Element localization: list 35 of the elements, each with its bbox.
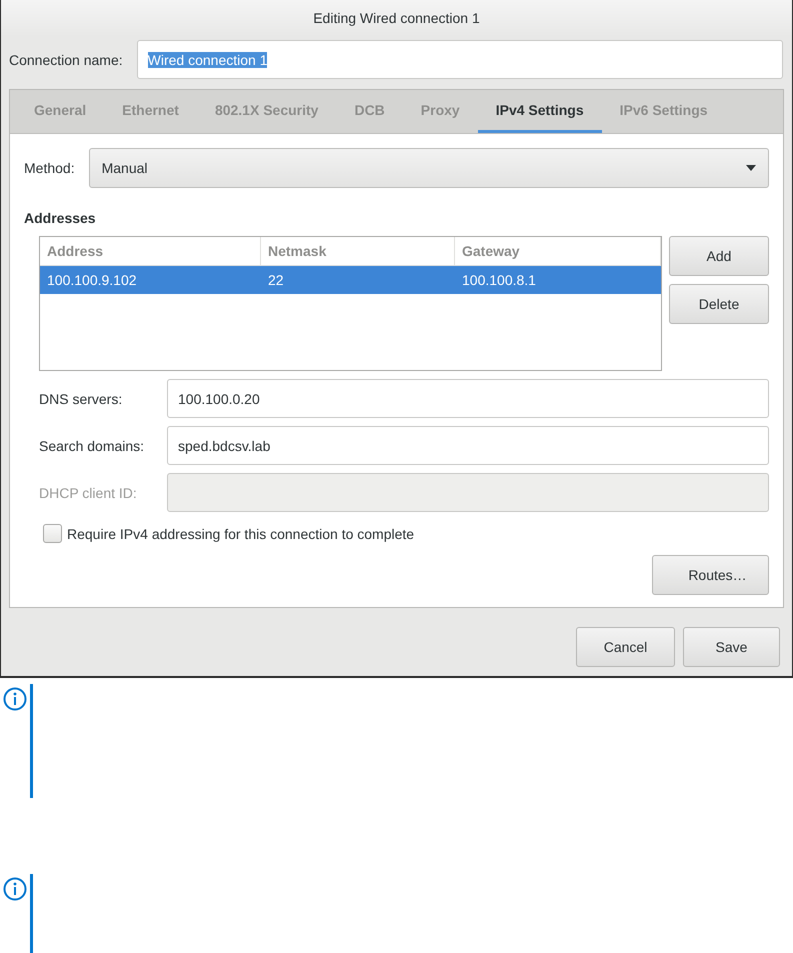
connection-name-field[interactable]: Wired connection 1 [136, 40, 783, 79]
tab[interactable]: IPv4 Settings [478, 90, 602, 133]
table-cell-text: 100.100.9.102 [46, 271, 138, 290]
tab[interactable]: 802.1X Security [196, 90, 336, 133]
table-button[interactable]: Add [669, 236, 769, 276]
dialog-button[interactable]: Cancel [576, 627, 675, 667]
tab[interactable]: DCB [336, 90, 403, 133]
field-label: Method: [24, 160, 75, 176]
field-label: Connection name: [9, 52, 123, 68]
tab[interactable]: Proxy [402, 90, 478, 133]
field-label: DHCP client ID: [39, 484, 138, 500]
checkbox[interactable] [43, 524, 62, 543]
text-field[interactable]: 100.100.0.20 [167, 379, 769, 418]
tab[interactable]: IPv6 Settings [602, 90, 726, 133]
field-label: DNS servers: [39, 390, 124, 406]
table-row[interactable]: 100.100.9.102 22 100.100.8.1 [40, 266, 661, 294]
section-heading: Addresses [24, 210, 97, 226]
routes-button[interactable]: Routes… [652, 555, 769, 595]
info-icon [3, 687, 27, 711]
table-button[interactable]: Delete [669, 284, 769, 324]
text-field[interactable]: sped.bdcsv.lab [167, 426, 769, 465]
checkbox-label: Require IPv4 addressing for this connection to complete [67, 526, 414, 542]
column-header[interactable]: Netmask [261, 237, 455, 265]
window-title: Editing Wired connection 1 [312, 9, 481, 28]
tab[interactable]: Ethernet [104, 90, 197, 133]
dropdown-arrow-icon [746, 165, 756, 171]
info-icon [3, 877, 27, 901]
tab[interactable]: General [16, 90, 104, 133]
column-header[interactable]: Gateway [455, 237, 661, 265]
table-cell-text: 100.100.8.1 [461, 271, 537, 290]
dialog-button[interactable]: Save [683, 627, 780, 667]
method-dropdown[interactable]: Manual [88, 148, 769, 188]
field-label: Search domains: [39, 438, 146, 454]
column-header[interactable]: Address [40, 237, 261, 265]
table-cell-text: 22 [267, 271, 285, 290]
